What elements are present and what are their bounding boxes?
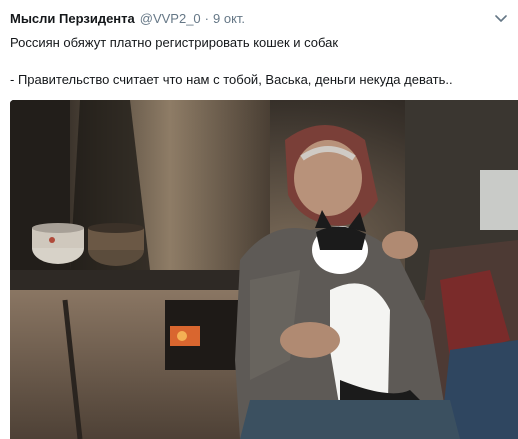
tweet-text: Россиян обяжут платно регистрировать кош… (10, 34, 508, 89)
author-name[interactable]: Мысли Перзидента (10, 11, 135, 26)
more-options-button[interactable] (492, 10, 510, 28)
tweet-header: Мысли Перзидента @VVP2_0 · 9 окт. (10, 11, 245, 29)
tweet-text-line: - Правительство считает что нам с тобой,… (10, 72, 453, 87)
author-handle[interactable]: @VVP2_0 (140, 11, 201, 26)
chevron-down-icon (495, 15, 507, 22)
separator-dot: · (204, 11, 210, 26)
tweet-date[interactable]: 9 окт. (213, 11, 245, 26)
tweet-text-line: Россиян обяжут платно регистрировать кош… (10, 35, 339, 50)
tweet-photo[interactable] (10, 100, 518, 439)
photo-image (10, 100, 518, 439)
tweet-card: Мысли Перзидента @VVP2_0 · 9 окт. Россия… (0, 0, 518, 439)
